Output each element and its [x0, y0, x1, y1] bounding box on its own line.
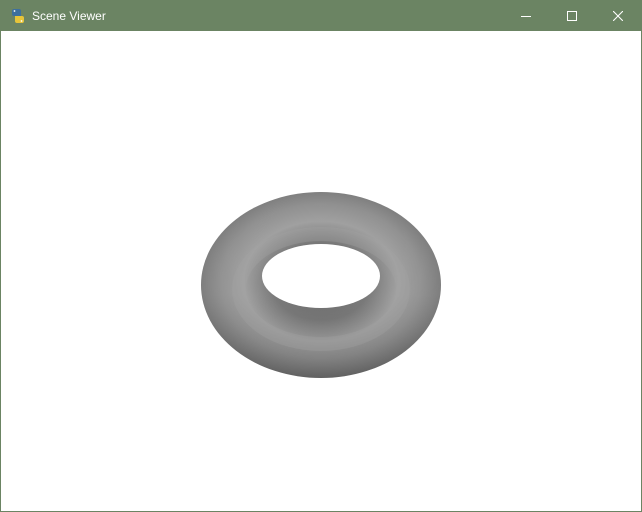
maximize-icon	[567, 11, 577, 21]
scene-viewer-window: Scene Viewer	[0, 0, 642, 512]
python-icon	[10, 8, 26, 24]
close-button[interactable]	[595, 1, 641, 31]
window-title: Scene Viewer	[32, 9, 106, 23]
close-icon	[613, 11, 623, 21]
window-controls	[503, 1, 641, 31]
minimize-icon	[521, 16, 531, 17]
3d-viewport[interactable]	[1, 31, 641, 511]
title-bar[interactable]: Scene Viewer	[1, 1, 641, 31]
maximize-button[interactable]	[549, 1, 595, 31]
minimize-button[interactable]	[503, 1, 549, 31]
torus-object[interactable]	[201, 192, 441, 378]
